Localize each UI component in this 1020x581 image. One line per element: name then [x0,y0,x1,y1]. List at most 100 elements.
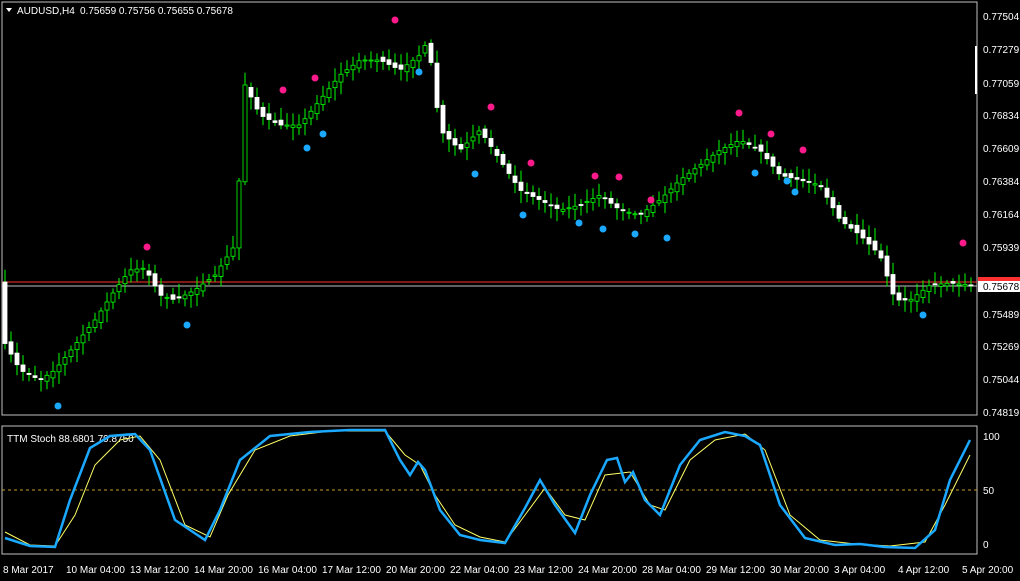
candle-body [650,204,656,213]
price-tick: 0.74819 [983,408,1020,419]
candle-body [764,153,770,160]
candle-body [740,141,746,145]
time-label: 30 Mar 20:00 [770,565,829,576]
cyan-signal-dot [471,170,479,178]
candle-body [674,182,680,193]
candle-body [512,175,518,183]
candle-body [896,292,902,301]
magenta-signal-dot [735,109,743,117]
price-axis[interactable]: 0.77504 0.77279 0.77059 0.76834 0.76609 … [975,12,1020,419]
candle-body [590,198,596,203]
candle-body [302,118,308,124]
candle-body [914,294,920,302]
candle-body [932,283,938,286]
candle-body [548,204,554,207]
candle-body [920,289,926,298]
current-price-label: 0.75678 [983,282,1020,293]
candle-body [620,209,626,212]
candle-body [800,178,806,182]
cyan-signal-dot [415,68,423,76]
time-label: 20 Mar 20:00 [386,565,445,576]
candle-body [602,197,608,200]
candle-body [362,59,368,62]
candle-body [206,279,212,282]
candle-body [374,59,380,62]
candle-body [872,240,878,251]
main-chart-frame [1,1,978,416]
time-axis[interactable]: 8 Mar 2017 10 Mar 04:00 13 Mar 12:00 14 … [3,565,1014,576]
time-label: 22 Mar 04:00 [450,565,509,576]
candle-body [128,269,134,276]
candle-body [626,211,632,214]
magenta-signal-dot [279,86,287,94]
candle-body [14,352,20,366]
candle-body [98,310,104,323]
candle-body [944,282,950,287]
cyan-signal-dot [519,211,527,219]
candle-body [284,124,290,127]
cyan-signal-dot [183,321,191,329]
chart-window[interactable]: AUDUSD,H4 0.75659 0.75756 0.75655 0.7567… [0,0,1020,581]
candle-body [704,159,710,166]
cyan-signal-dot [54,402,62,410]
candle-body [488,137,494,147]
candle-body [344,69,350,73]
candle-body [2,281,8,344]
candle-body [380,56,386,62]
candle-body [338,73,344,83]
cyan-signal-dot [575,219,583,227]
candle-body [518,181,524,191]
dropdown-icon[interactable] [6,8,12,12]
candle-body [86,327,92,333]
cyan-signal-dot [319,130,327,138]
candle-body [680,177,686,186]
candle-body [578,204,584,206]
candle-body [254,96,260,110]
price-tick: 0.75269 [983,342,1020,353]
candle-body [656,200,662,204]
candle-body [494,149,500,156]
candlestick-series [2,39,974,392]
time-label: 23 Mar 12:00 [514,565,573,576]
candle-body [560,208,566,212]
candle-body [116,284,122,293]
candle-body [842,216,848,225]
candle-body [158,284,164,296]
candle-body [788,173,794,179]
candle-body [392,62,398,68]
level-50-label: 50 [983,486,995,497]
price-tick: 0.77059 [983,79,1020,90]
time-label: 4 Apr 12:00 [898,565,950,576]
candle-body [62,357,68,365]
candle-body [440,104,446,134]
candle-body [194,288,200,295]
price-tick: 0.76834 [983,111,1020,122]
candle-body [470,136,476,142]
candle-body [230,247,236,257]
candle-body [410,59,416,68]
candle-body [866,237,872,245]
time-label: 29 Mar 12:00 [706,565,765,576]
scroll-marker[interactable] [975,46,977,94]
candle-body [902,298,908,301]
cyan-signal-dot [783,177,791,185]
candle-body [26,373,32,375]
candle-body [50,370,56,379]
candle-body [608,197,614,204]
candle-body [182,294,188,300]
candle-body [422,45,428,54]
candle-body [248,87,254,98]
candle-body [266,113,272,120]
candle-body [290,124,296,128]
candle-body [482,128,488,138]
candle-body [722,147,728,153]
candle-body [584,201,590,203]
candle-body [296,124,302,129]
candle-body [68,349,74,357]
red-price-marker [978,277,1020,281]
magenta-signal-dot [959,239,967,247]
candle-body [812,183,818,186]
candle-body [962,284,968,287]
candle-body [308,110,314,119]
candle-body [242,84,248,183]
